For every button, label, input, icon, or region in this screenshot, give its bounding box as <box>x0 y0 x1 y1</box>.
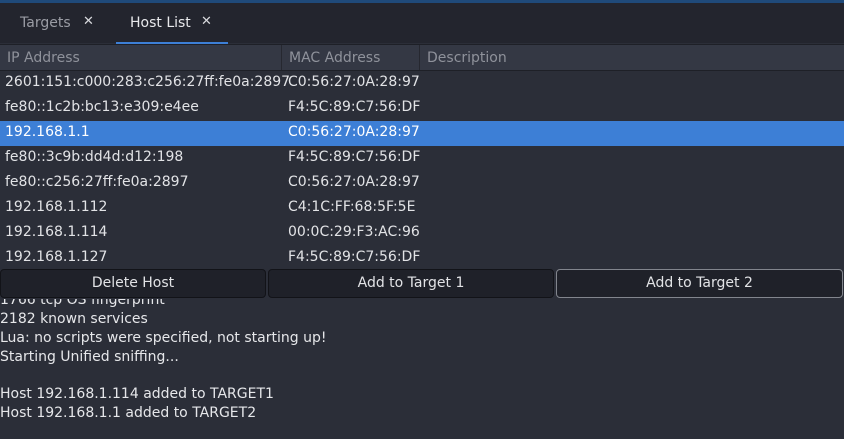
table-row[interactable]: 192.168.1.112 C4:1C:FF:68:5F:5E <box>0 196 844 221</box>
close-icon[interactable]: ✕ <box>83 14 94 29</box>
cell-mac: F4:5C:89:C7:56:DF <box>288 249 421 265</box>
add-to-target-1-button[interactable]: Add to Target 1 <box>268 269 554 298</box>
column-header-description[interactable]: Description <box>420 45 844 70</box>
log-line: 1766 tcp OS fingerprint <box>0 299 165 308</box>
tab-host-list[interactable]: Host List ✕ <box>116 3 228 45</box>
cell-mac: C4:1C:FF:68:5F:5E <box>288 199 416 215</box>
cell-mac: F4:5C:89:C7:56:DF <box>288 99 421 115</box>
column-header-ip-address[interactable]: IP Address <box>0 45 282 70</box>
cell-mac: 00:0C:29:F3:AC:96 <box>288 224 420 240</box>
cell-ip: fe80::1c2b:bc13:e309:e4ee <box>5 99 199 115</box>
table-body: 2601:151:c000:283:c256:27ff:fe0a:2897 C0… <box>0 71 844 271</box>
column-header-mac-address[interactable]: MAC Address <box>282 45 420 70</box>
log-line: 2182 known services <box>0 311 148 327</box>
log-line: Starting Unified sniffing... <box>0 349 179 365</box>
cell-mac: C0:56:27:0A:28:97 <box>288 74 420 90</box>
add-to-target-2-button[interactable]: Add to Target 2 <box>556 269 843 298</box>
table-row[interactable]: fe80::c256:27ff:fe0a:2897 C0:56:27:0A:28… <box>0 171 844 196</box>
table-row[interactable]: 192.168.1.127 F4:5C:89:C7:56:DF <box>0 246 844 271</box>
cell-ip: fe80::3c9b:dd4d:d12:198 <box>5 149 184 165</box>
cell-ip: 192.168.1.127 <box>5 249 108 265</box>
tab-label: Targets <box>20 15 71 31</box>
tab-targets[interactable]: Targets ✕ <box>18 3 102 45</box>
cell-ip: fe80::c256:27ff:fe0a:2897 <box>5 174 189 190</box>
cell-mac: C0:56:27:0A:28:97 <box>288 174 420 190</box>
close-icon[interactable]: ✕ <box>201 14 212 29</box>
cell-ip: 192.168.1.114 <box>5 224 108 240</box>
table-row[interactable]: 2601:151:c000:283:c256:27ff:fe0a:2897 C0… <box>0 71 844 96</box>
cell-ip: 192.168.1.1 <box>5 124 90 140</box>
cell-ip: 2601:151:c000:283:c256:27ff:fe0a:2897 <box>5 74 291 90</box>
ettercap-window: Targets ✕ Host List ✕ IP Address MAC Add… <box>0 0 844 439</box>
table-row[interactable]: fe80::3c9b:dd4d:d12:198 F4:5C:89:C7:56:D… <box>0 146 844 171</box>
log-line: Host 192.168.1.1 added to TARGET2 <box>0 405 257 421</box>
log-line: Host 192.168.1.114 added to TARGET1 <box>0 386 274 402</box>
log-console: 1766 tcp OS fingerprint 2182 known servi… <box>0 299 844 439</box>
table-row[interactable]: 192.168.1.114 00:0C:29:F3:AC:96 <box>0 221 844 246</box>
host-table: IP Address MAC Address Description 2601:… <box>0 44 844 269</box>
table-header: IP Address MAC Address Description <box>0 45 844 71</box>
log-line: Lua: no scripts were specified, not star… <box>0 330 327 346</box>
tab-bar: Targets ✕ Host List ✕ <box>0 3 844 45</box>
delete-host-button[interactable]: Delete Host <box>0 269 266 298</box>
tab-label: Host List <box>130 15 191 31</box>
cell-mac: C0:56:27:0A:28:97 <box>288 124 420 140</box>
table-row-selected[interactable]: 192.168.1.1 C0:56:27:0A:28:97 <box>0 121 844 146</box>
cell-ip: 192.168.1.112 <box>5 199 108 215</box>
table-row[interactable]: fe80::1c2b:bc13:e309:e4ee F4:5C:89:C7:56… <box>0 96 844 121</box>
cell-mac: F4:5C:89:C7:56:DF <box>288 149 421 165</box>
